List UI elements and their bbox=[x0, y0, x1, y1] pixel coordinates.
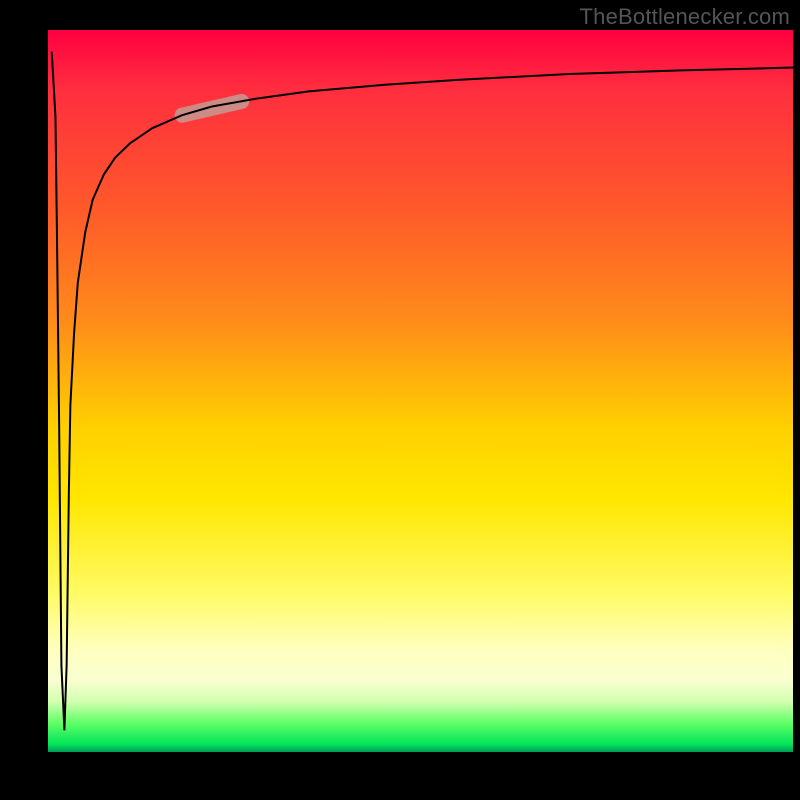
attribution-text: TheBottlenecker.com bbox=[580, 4, 790, 30]
plot-area bbox=[48, 30, 793, 752]
curve-svg bbox=[48, 30, 793, 752]
chart-root: TheBottlenecker.com bbox=[0, 0, 800, 800]
main-curve bbox=[52, 52, 793, 731]
